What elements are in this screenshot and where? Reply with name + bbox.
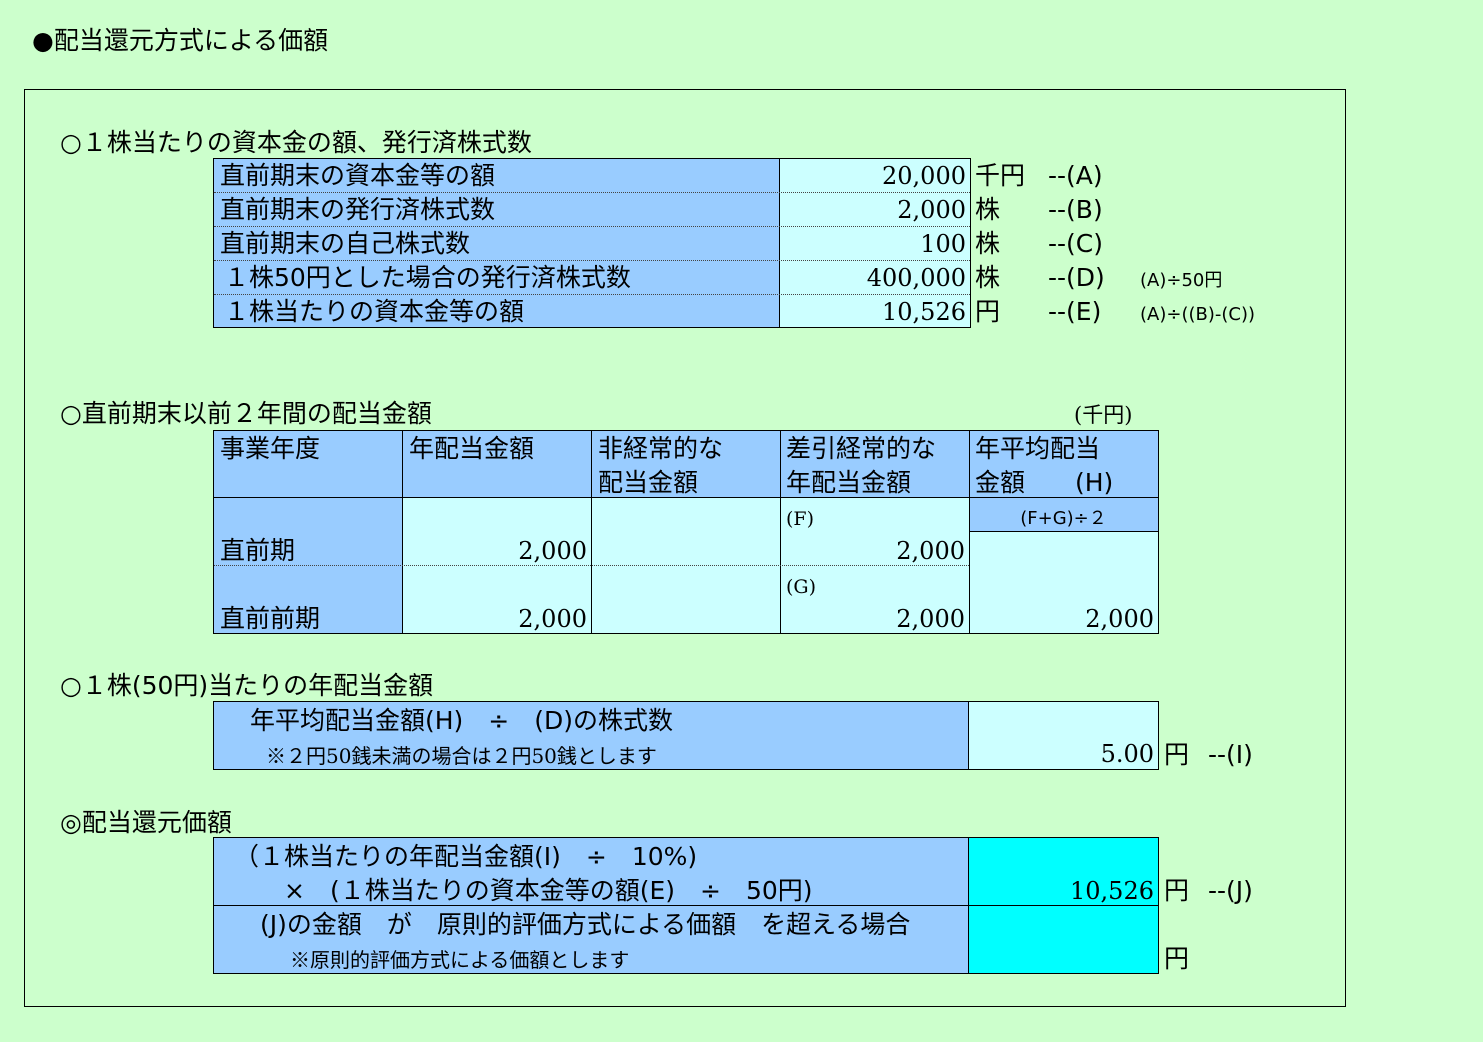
treasury-value[interactable]: 100 — [780, 228, 970, 260]
average-value: 2,000 — [1085, 605, 1154, 633]
year-prev2: 直前前期 — [220, 604, 321, 633]
formula-label: (A)÷((B)-(C)) — [1140, 304, 1255, 325]
shares-50yen-label: １株50円とした場合の発行済株式数 — [224, 263, 631, 292]
per-share-formula-label: 年平均配当金額(H) ÷ (D)の株式数 — [250, 706, 674, 735]
treasury-label: 直前期末の自己株式数 — [220, 229, 471, 258]
code-label: --(D) — [1048, 263, 1105, 292]
annual-prev2[interactable]: 2,000 — [402, 603, 591, 635]
shares-50yen-value: 400,000 — [866, 264, 966, 292]
net-tag-g: (G) — [786, 576, 817, 598]
avg-formula: (F+G)÷２ — [1020, 508, 1107, 529]
unit-note: (千円) — [1074, 403, 1133, 427]
code-label: --(J) — [1208, 876, 1253, 905]
section-dividend-heading: ○直前期末以前２年間の配当金額 — [60, 399, 432, 428]
capital-per-share-value: 10,526 — [882, 298, 966, 326]
shares-label: 直前期末の発行済株式数 — [220, 195, 496, 224]
section-per-share-heading: ○１株(50円)当たりの年配当金額 — [60, 671, 434, 700]
row-divider — [214, 192, 970, 193]
value-formula-line2: × (１株当たりの資本金等の額(E) ÷ 50円) — [284, 876, 813, 905]
code-label: --(A) — [1048, 161, 1103, 190]
page-title: ●配当還元方式による価額 — [32, 26, 329, 55]
section-capital-heading: ○１株当たりの資本金の額、発行済株式数 — [60, 128, 532, 157]
header-avg-2: 金額 (H) — [975, 468, 1114, 497]
row-divider — [969, 531, 1158, 532]
exceed-note: ※原則的評価方式による価額とします — [290, 948, 630, 972]
code-label: --(I) — [1208, 740, 1253, 769]
per-share-table: 年平均配当金額(H) ÷ (D)の株式数 ※２円50銭未満の場合は２円50銭とし… — [213, 701, 1159, 770]
net-prev2: 2,000 — [896, 605, 965, 633]
header-extra-2: 配当金額 — [598, 468, 699, 497]
header-avg-1: 年平均配当 — [975, 434, 1101, 463]
per-share-value: 5.00 — [1100, 740, 1154, 768]
capital-label: 直前期末の資本金等の額 — [220, 161, 496, 190]
dividend-value: 10,526 — [1070, 877, 1154, 905]
code-label: --(B) — [1048, 195, 1103, 224]
exceed-condition-label: (J)の金額 が 原則的評価方式による価額 を超える場合 — [260, 910, 911, 939]
shares-value[interactable]: 2,000 — [780, 194, 970, 226]
header-net-1: 差引経常的な — [786, 434, 937, 463]
unit-label: 千円 — [975, 161, 1026, 190]
col-divider — [591, 431, 592, 633]
net-prev: 2,000 — [896, 537, 965, 565]
value-table: （１株当たりの年配当金額(I) ÷ 10%) × (１株当たりの資本金等の額(E… — [213, 837, 1159, 974]
formula-label: (A)÷50円 — [1140, 270, 1223, 291]
capital-table: 直前期末の資本金等の額 直前期末の発行済株式数 直前期末の自己株式数 １株50円… — [213, 158, 971, 328]
header-annual: 年配当金額 — [409, 434, 535, 463]
header-year: 事業年度 — [220, 434, 321, 463]
unit-label: 円 — [975, 297, 1001, 326]
code-label: --(E) — [1048, 297, 1102, 326]
unit-label: 円 — [1164, 944, 1190, 973]
header-net-2: 年配当金額 — [786, 468, 912, 497]
unit-label: 株 — [975, 229, 1001, 258]
per-share-note: ※２円50銭未満の場合は２円50銭とします — [266, 744, 657, 768]
capital-per-share-label: １株当たりの資本金等の額 — [224, 297, 525, 326]
unit-label: 円 — [1164, 740, 1190, 769]
year-prev: 直前期 — [220, 536, 296, 565]
unit-label: 株 — [975, 195, 1001, 224]
unit-label: 円 — [1164, 876, 1190, 905]
code-label: --(C) — [1048, 229, 1104, 258]
header-extra-1: 非経常的な — [598, 434, 724, 463]
capital-value[interactable]: 20,000 — [780, 160, 970, 192]
section-value-heading: ◎配当還元価額 — [60, 808, 232, 837]
value-formula-line1: （１株当たりの年配当金額(I) ÷ 10%) — [234, 842, 698, 871]
dividend-table: 事業年度 年配当金額 非経常的な 配当金額 差引経常的な 年配当金額 年平均配当… — [213, 430, 1159, 634]
annual-prev[interactable]: 2,000 — [402, 535, 591, 567]
row-divider — [214, 294, 970, 295]
row-divider — [214, 260, 970, 261]
unit-label: 株 — [975, 263, 1001, 292]
row-divider — [214, 226, 970, 227]
net-tag-f: (F) — [786, 508, 815, 530]
